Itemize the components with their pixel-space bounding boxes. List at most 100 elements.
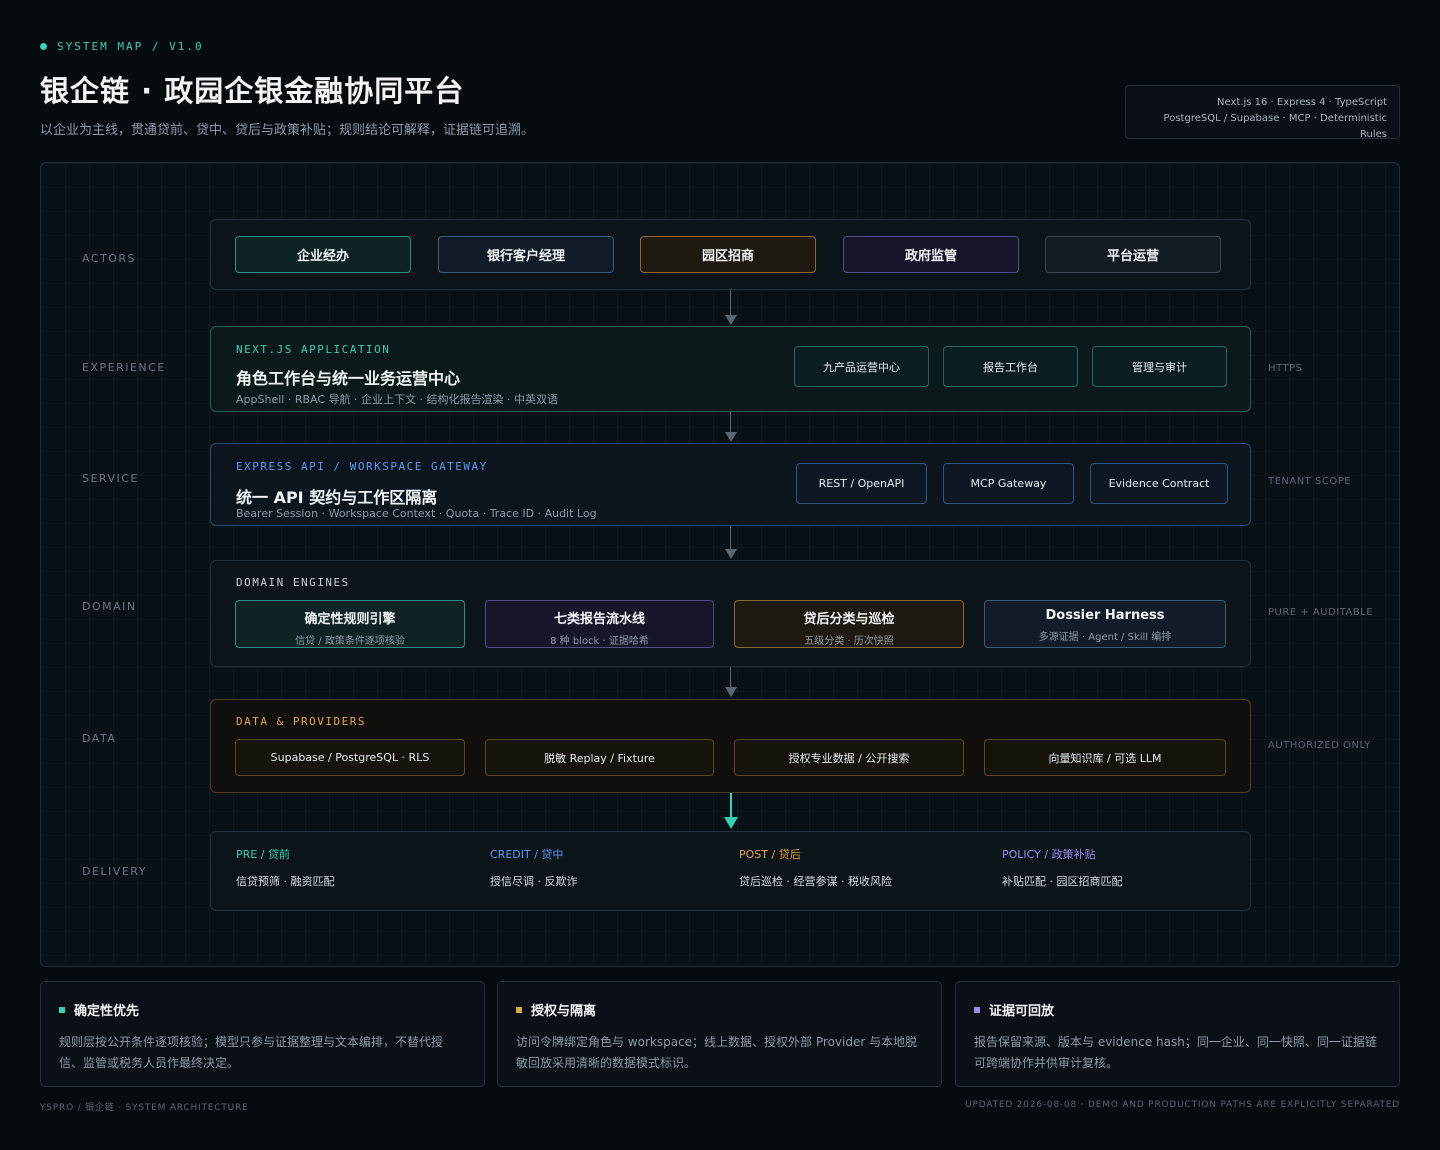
flow-connector <box>730 290 731 316</box>
actor-label: 园区招商 <box>701 249 754 264</box>
delivery-head: POST / 贷后 <box>739 848 801 861</box>
delivery-post: POST / 贷后 贷后巡检 · 经营参谋 · 税收风险 <box>739 846 892 889</box>
footer-left: YSPRO / 银企链 · SYSTEM ARCHITECTURE <box>40 1103 249 1113</box>
data-pill-vector-kb[interactable]: 向量知识库 / 可选 LLM <box>984 739 1226 776</box>
data-head: DATA & PROVIDERS <box>236 715 366 728</box>
data-pill-supabase[interactable]: Supabase / PostgreSQL · RLS <box>235 739 465 776</box>
actor-enterprise-operator[interactable]: 企业经办 <box>235 236 411 273</box>
row-label-domain: DOMAIN <box>82 600 137 613</box>
delivery-body: 补贴匹配 · 园区招商匹配 <box>1002 875 1123 888</box>
arrow-down-icon <box>725 315 737 325</box>
side-label-domain: PURE + AUDITABLE <box>1268 607 1374 618</box>
square-bullet-icon <box>59 1006 65 1013</box>
tech-stack-line: Next.js 16 · Express 4 · TypeScript <box>1217 97 1387 108</box>
row-label-delivery: DELIVERY <box>82 865 147 878</box>
arrow-down-icon <box>725 549 737 559</box>
experience-head: NEXT.JS APPLICATION <box>236 343 391 356</box>
actor-label: 企业经办 <box>296 249 349 264</box>
engine-subtitle: 多源证据 · Agent / Skill 编排 <box>1038 632 1172 643</box>
pill-label: 报告工作台 <box>983 360 1038 374</box>
engine-title: 确定性规则引擎 <box>304 612 396 627</box>
experience-pill-admin-audit[interactable]: 管理与审计 <box>1092 346 1227 387</box>
pill-label: 九产品运营中心 <box>823 360 900 374</box>
row-label-experience: EXPERIENCE <box>82 361 166 374</box>
experience-subtitle: AppShell · RBAC 导航 · 企业上下文 · 结构化报告渲染 · 中… <box>236 393 558 406</box>
side-label-service: TENANT SCOPE <box>1268 476 1352 487</box>
flow-connector <box>730 412 731 433</box>
delivery-head-en: POLICY <box>1002 848 1041 861</box>
delivery-head: CREDIT / 贷中 <box>490 848 564 861</box>
delivery-head-en: POST <box>739 848 768 861</box>
engine-subtitle: 五级分类 · 历次快照 <box>804 636 894 647</box>
actor-platform-ops[interactable]: 平台运营 <box>1045 236 1221 273</box>
service-subtitle: Bearer Session · Workspace Context · Quo… <box>236 507 597 520</box>
square-bullet-icon <box>516 1006 522 1013</box>
experience-pill-report-workbench[interactable]: 报告工作台 <box>943 346 1078 387</box>
page-title: 银企链 · 政园企银金融协同平台 <box>40 74 465 108</box>
data-pill-authorized-data[interactable]: 授权专业数据 / 公开搜索 <box>734 739 964 776</box>
status-dot-icon <box>40 43 47 50</box>
engine-deterministic-rules[interactable]: 确定性规则引擎 信贷 / 政策条件逐项核验 <box>235 600 465 648</box>
tech-stack-badge: Next.js 16 · Express 4 · TypeScript Post… <box>1125 85 1400 140</box>
pill-label: 授权专业数据 / 公开搜索 <box>788 751 910 765</box>
delivery-head-cn: 贷中 <box>541 848 564 861</box>
engine-title: Dossier Harness <box>1045 608 1165 623</box>
data-pill-replay-fixture[interactable]: 脱敏 Replay / Fixture <box>485 739 714 776</box>
delivery-credit: CREDIT / 贷中 授信尽调 · 反欺诈 <box>490 846 578 889</box>
delivery-head-en: PRE <box>236 848 258 861</box>
flow-connector <box>730 526 731 550</box>
delivery-head-en: CREDIT <box>490 848 531 861</box>
footer-right: UPDATED 2026-08-08 · DEMO AND PRODUCTION… <box>965 1100 1400 1110</box>
pill-label: MCP Gateway <box>970 477 1047 490</box>
flow-connector <box>730 793 732 818</box>
engine-report-pipeline[interactable]: 七类报告流水线 8 种 block · 证据哈希 <box>485 600 714 648</box>
engine-dossier-harness[interactable]: Dossier Harness 多源证据 · Agent / Skill 编排 <box>984 600 1226 648</box>
service-head: EXPRESS API / WORKSPACE GATEWAY <box>236 460 488 473</box>
pill-label: 向量知识库 / 可选 LLM <box>1048 751 1162 765</box>
side-label-data: AUTHORIZED ONLY <box>1268 740 1371 751</box>
card-body: 规则层按公开条件逐项核验；模型只参与证据整理与文本编排，不替代授信、监管或税务人… <box>59 1035 444 1070</box>
arrow-down-icon <box>724 817 738 829</box>
actor-label: 政府监管 <box>904 249 957 264</box>
domain-head: DOMAIN ENGINES <box>236 576 350 589</box>
delivery-head: POLICY / 政策补贴 <box>1002 848 1096 861</box>
side-label-experience: HTTPS <box>1268 363 1303 374</box>
pill-label: REST / OpenAPI <box>818 477 905 490</box>
service-pill-rest-openapi[interactable]: REST / OpenAPI <box>796 463 927 504</box>
actor-government-regulator[interactable]: 政府监管 <box>843 236 1019 273</box>
delivery-pre: PRE / 贷前 信贷预筛 · 融资匹配 <box>236 846 335 889</box>
card-title: 授权与隔离 <box>531 1004 597 1019</box>
delivery-head-cn: 政策补贴 <box>1051 848 1096 861</box>
card-body: 访问令牌绑定角色与 workspace；线上数据、授权外部 Provider 与… <box>516 1035 918 1070</box>
row-label-data: DATA <box>82 732 117 745</box>
engine-subtitle: 8 种 block · 证据哈希 <box>550 636 649 647</box>
service-pill-mcp-gateway[interactable]: MCP Gateway <box>943 463 1074 504</box>
eyebrow: SYSTEM MAP / V1.0 <box>40 40 204 53</box>
eyebrow-label: SYSTEM MAP / V1.0 <box>57 40 204 53</box>
arrow-down-icon <box>725 687 737 697</box>
delivery-body: 信贷预筛 · 融资匹配 <box>236 875 335 888</box>
actor-label: 银行客户经理 <box>486 249 565 264</box>
experience-pill-product-ops[interactable]: 九产品运营中心 <box>794 346 929 387</box>
square-bullet-icon <box>974 1006 980 1013</box>
principle-card-evidence: 证据可回放 报告保留来源、版本与 evidence hash；同一企业、同一快照… <box>955 981 1400 1087</box>
arrow-down-icon <box>725 432 737 442</box>
tech-stack-line: PostgreSQL / Supabase · MCP · Determinis… <box>1163 113 1387 140</box>
pill-label: 管理与审计 <box>1132 360 1187 374</box>
service-title: 统一 API 契约与工作区隔离 <box>236 488 438 507</box>
principle-card-authorization: 授权与隔离 访问令牌绑定角色与 workspace；线上数据、授权外部 Prov… <box>497 981 942 1087</box>
engine-subtitle: 信贷 / 政策条件逐项核验 <box>295 636 405 647</box>
engine-title: 贷后分类与巡检 <box>803 612 895 627</box>
delivery-body: 贷后巡检 · 经营参谋 · 税收风险 <box>739 875 892 888</box>
actor-bank-manager[interactable]: 银行客户经理 <box>438 236 614 273</box>
card-title: 确定性优先 <box>74 1004 140 1019</box>
engine-post-loan[interactable]: 贷后分类与巡检 五级分类 · 历次快照 <box>734 600 964 648</box>
card-body: 报告保留来源、版本与 evidence hash；同一企业、同一快照、同一证据链… <box>974 1035 1377 1070</box>
row-label-actors: ACTORS <box>82 252 137 265</box>
service-pill-evidence-contract[interactable]: Evidence Contract <box>1090 463 1228 504</box>
actor-label: 平台运营 <box>1106 249 1159 264</box>
page-subtitle: 以企业为主线，贯通贷前、贷中、贷后与政策补贴；规则结论可解释，证据链可追溯。 <box>40 123 535 138</box>
actor-park-investment[interactable]: 园区招商 <box>640 236 816 273</box>
row-label-service: SERVICE <box>82 472 139 485</box>
flow-connector <box>730 667 731 688</box>
